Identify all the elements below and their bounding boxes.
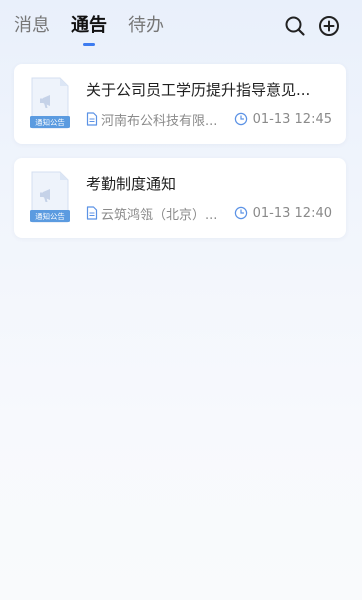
file-icon: [86, 206, 98, 220]
notice-document-icon: 通知公告: [30, 171, 70, 223]
notice-company-name: 河南布公科技有限...: [101, 113, 218, 129]
add-circle-icon[interactable]: [318, 15, 340, 37]
notice-title: 考勤制度通知: [86, 175, 177, 193]
notice-company: 河南布公科技有限...: [86, 108, 217, 130]
tab-messages[interactable]: 消息: [14, 14, 50, 38]
active-tab-indicator: [83, 43, 95, 46]
file-icon: [86, 112, 98, 126]
tab-todo[interactable]: 待办: [128, 14, 164, 38]
notice-card[interactable]: 通知公告 关于公司员工学历提升指导意见... 河南布公科技有限... 01-13…: [14, 64, 346, 144]
notice-card[interactable]: 通知公告 考勤制度通知 云筑鸿瓴（北京）... 01-13 12:40: [14, 158, 346, 238]
search-icon[interactable]: [284, 15, 306, 37]
tab-notices[interactable]: 通告: [71, 14, 107, 38]
clock-icon: [234, 112, 247, 126]
notice-document-icon: 通知公告: [30, 77, 70, 129]
notice-time: 01-13 12:40: [234, 202, 332, 224]
notice-title: 关于公司员工学历提升指导意见...: [86, 81, 311, 99]
notice-company-name: 云筑鸿瓴（北京）...: [101, 207, 218, 223]
notice-company: 云筑鸿瓴（北京）...: [86, 202, 217, 224]
notice-time: 01-13 12:45: [234, 108, 332, 130]
notice-badge-label: 通知公告: [35, 212, 65, 221]
top-bar: 消息 通告 待办: [0, 0, 362, 56]
clock-icon: [234, 206, 247, 220]
notice-time-value: 01-13 12:45: [252, 111, 332, 127]
notice-badge-label: 通知公告: [35, 118, 65, 127]
notice-time-value: 01-13 12:40: [252, 205, 332, 221]
